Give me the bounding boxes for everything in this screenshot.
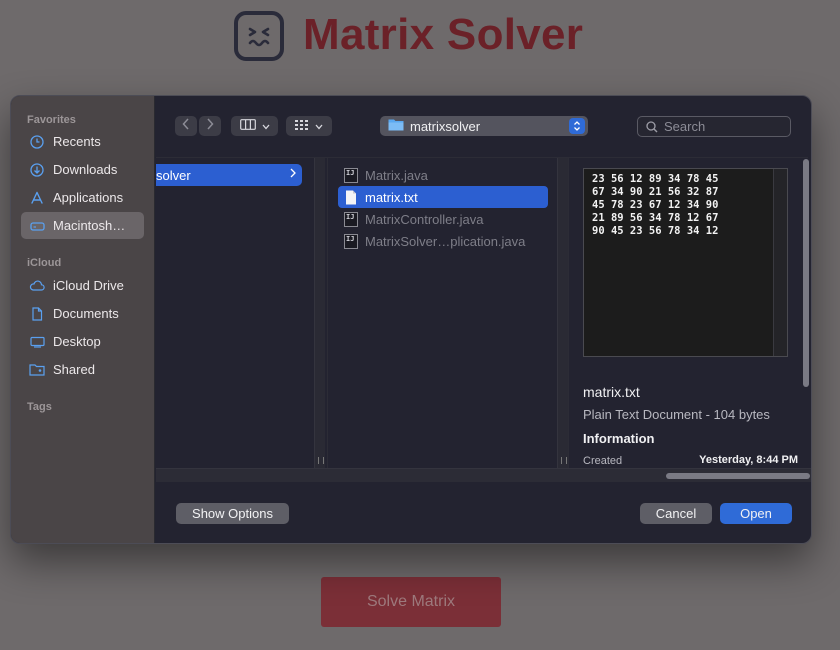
vertical-scrollbar[interactable] (803, 159, 809, 387)
drive-icon (29, 218, 45, 234)
sidebar-item-desktop[interactable]: Desktop (21, 328, 144, 355)
dialog-main: matrixsolver solver (156, 96, 811, 543)
show-options-button[interactable]: Show Options (176, 503, 289, 524)
folder-item-label: solver (156, 167, 191, 183)
search-input[interactable] (664, 119, 784, 134)
columns-view-icon (239, 117, 256, 135)
chevron-right-icon (206, 117, 214, 135)
grid-icon (295, 117, 309, 135)
cancel-button[interactable]: Cancel (640, 503, 712, 524)
sidebar-item-documents[interactable]: Documents (21, 300, 144, 327)
sidebar-item-shared[interactable]: Shared (21, 356, 144, 383)
files-column: IJ Matrix.java matrix.txt IJ MatrixContr… (327, 158, 557, 468)
location-label: matrixsolver (410, 118, 481, 134)
sidebar-section-tags: Tags (27, 401, 52, 413)
sidebar-item-label: Desktop (53, 334, 101, 349)
sidebar-item-label: Shared (53, 362, 95, 377)
file-item-matrix-txt[interactable]: matrix.txt (338, 186, 548, 208)
app-header: Matrix Solver (0, 0, 840, 80)
file-item-matrix-java[interactable]: IJ Matrix.java (338, 164, 548, 186)
view-mode-button[interactable] (231, 116, 278, 136)
search-field[interactable] (637, 116, 791, 137)
solve-matrix-button[interactable]: Solve Matrix (321, 577, 501, 627)
chevron-left-icon (182, 117, 190, 135)
open-button[interactable]: Open (720, 503, 792, 524)
preview-content: 23 56 12 89 34 78 45 67 34 90 21 56 32 8… (592, 173, 719, 237)
open-file-dialog: Favorites Recents Downloads Applications… (10, 95, 812, 544)
column-browser: solver IJ Matrix.java matrix.txt IJ Matr… (156, 157, 808, 468)
sidebar-item-label: Applications (53, 190, 124, 205)
created-label: Created (583, 455, 623, 467)
column-resize-handle[interactable] (557, 158, 568, 468)
sidebar-item-label: iCloud Drive (53, 278, 124, 293)
file-item-label: Matrix.java (365, 167, 428, 183)
sidebar-item-label: Macintosh… (53, 218, 126, 233)
file-preview: 23 56 12 89 34 78 45 67 34 90 21 56 32 8… (583, 168, 788, 357)
search-icon (646, 120, 658, 133)
chevron-right-icon (290, 167, 296, 181)
app-logo-icon (234, 11, 284, 61)
sidebar-section-icloud: iCloud (27, 257, 62, 269)
horizontal-scrollbar[interactable] (156, 468, 811, 482)
app-title: Matrix Solver (303, 10, 584, 59)
file-item-matrixsolverapplication-java[interactable]: IJ MatrixSolver…plication.java (338, 230, 548, 252)
folder-icon (388, 118, 404, 134)
sidebar-item-macintosh[interactable]: Macintosh… (21, 212, 144, 239)
file-item-label: MatrixController.java (365, 211, 484, 227)
chevron-down-icon (262, 117, 270, 135)
java-file-icon: IJ (344, 167, 358, 183)
preview-file-type: Plain Text Document - 104 bytes (583, 407, 770, 422)
sidebar-item-label: Downloads (53, 162, 118, 177)
back-button[interactable] (175, 116, 197, 136)
java-file-icon: IJ (344, 211, 358, 227)
applications-icon (29, 190, 45, 206)
java-file-icon: IJ (344, 233, 358, 249)
desktop-icon (29, 334, 45, 350)
download-icon (29, 162, 45, 178)
sidebar-item-applications[interactable]: Applications (21, 184, 144, 211)
forward-button[interactable] (199, 116, 221, 136)
column-resize-handle[interactable] (314, 158, 325, 468)
sidebar: Favorites Recents Downloads Applications… (11, 96, 155, 543)
preview-column: 23 56 12 89 34 78 45 67 34 90 21 56 32 8… (568, 158, 808, 468)
clock-icon (29, 134, 45, 150)
folder-item-solver[interactable]: solver (156, 164, 302, 186)
sidebar-section-favorites: Favorites (27, 114, 76, 126)
shared-folder-icon (29, 362, 45, 378)
file-item-label: MatrixSolver…plication.java (365, 233, 526, 249)
sidebar-item-downloads[interactable]: Downloads (21, 156, 144, 183)
folder-column: solver (156, 158, 314, 468)
chevron-down-icon (315, 117, 323, 135)
file-item-matrixcontroller-java[interactable]: IJ MatrixController.java (338, 208, 548, 230)
cloud-icon (29, 278, 45, 294)
location-popup[interactable]: matrixsolver (380, 116, 588, 136)
sidebar-item-label: Documents (53, 306, 119, 321)
updown-chevron-icon (569, 118, 585, 134)
sidebar-item-label: Recents (53, 134, 101, 149)
group-button[interactable] (286, 116, 332, 136)
sidebar-item-icloud-drive[interactable]: iCloud Drive (21, 272, 144, 299)
file-item-label: matrix.txt (365, 189, 418, 205)
horizontal-scroll-thumb[interactable] (666, 473, 810, 479)
preview-scrollbar[interactable] (773, 169, 787, 356)
document-icon (29, 306, 45, 322)
preview-file-name: matrix.txt (583, 384, 640, 400)
preview-info-heading: Information (583, 431, 655, 446)
created-value: Yesterday, 8:44 PM (699, 454, 798, 466)
text-file-icon (344, 190, 358, 205)
sidebar-item-recents[interactable]: Recents (21, 128, 144, 155)
